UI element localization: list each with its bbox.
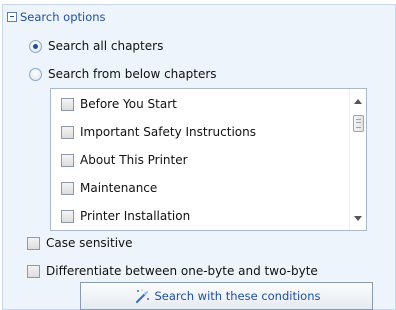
differentiate-byte-option[interactable]: Differentiate between one-byte and two-b… xyxy=(27,262,318,280)
scroll-down-arrow-icon[interactable] xyxy=(354,216,362,221)
search-with-conditions-button[interactable]: Search with these conditions xyxy=(80,282,373,310)
search-options-title: Search options xyxy=(20,10,106,24)
chapter-list[interactable]: Before You Start Important Safety Instru… xyxy=(50,88,367,231)
list-item[interactable]: Printer Installation xyxy=(61,207,190,225)
search-options-header[interactable]: Search options xyxy=(7,10,106,24)
radio-button-icon[interactable] xyxy=(29,39,42,53)
checkbox[interactable] xyxy=(61,97,74,111)
list-item[interactable]: Maintenance xyxy=(61,179,157,197)
radio-search-all-chapters[interactable]: Search all chapters xyxy=(29,37,163,55)
radio-label: Search all chapters xyxy=(48,39,164,53)
checkbox[interactable] xyxy=(61,125,74,139)
checkbox[interactable] xyxy=(61,153,74,167)
chapter-list-scrollbar[interactable] xyxy=(349,89,366,230)
checkbox[interactable] xyxy=(61,209,74,223)
magic-wand-search-icon xyxy=(135,289,149,304)
search-options-panel: Search options Search all chapters Searc… xyxy=(2,4,396,310)
chapter-label: About This Printer xyxy=(80,153,188,167)
chapter-label: Maintenance xyxy=(80,181,158,195)
list-item[interactable]: Before You Start xyxy=(61,95,177,113)
radio-search-from-below-chapters[interactable]: Search from below chapters xyxy=(29,65,217,83)
chapter-label: Printer Installation xyxy=(80,209,191,223)
scroll-up-arrow-icon[interactable] xyxy=(354,99,362,104)
list-item[interactable]: About This Printer xyxy=(61,151,188,169)
radio-label: Search from below chapters xyxy=(48,67,217,81)
list-item[interactable]: Important Safety Instructions xyxy=(61,123,256,141)
collapse-icon[interactable] xyxy=(7,12,17,22)
radio-button-icon[interactable] xyxy=(29,67,42,81)
option-label: Case sensitive xyxy=(46,236,133,250)
chapter-label: Before You Start xyxy=(80,97,177,111)
differentiate-byte-checkbox[interactable] xyxy=(27,264,40,278)
search-button-label: Search with these conditions xyxy=(154,289,321,303)
checkbox[interactable] xyxy=(61,181,74,195)
option-label: Differentiate between one-byte and two-b… xyxy=(46,264,318,278)
chapter-label: Important Safety Instructions xyxy=(80,125,256,139)
scrollbar-thumb[interactable] xyxy=(353,115,364,132)
case-sensitive-option[interactable]: Case sensitive xyxy=(27,234,133,252)
case-sensitive-checkbox[interactable] xyxy=(27,236,40,250)
